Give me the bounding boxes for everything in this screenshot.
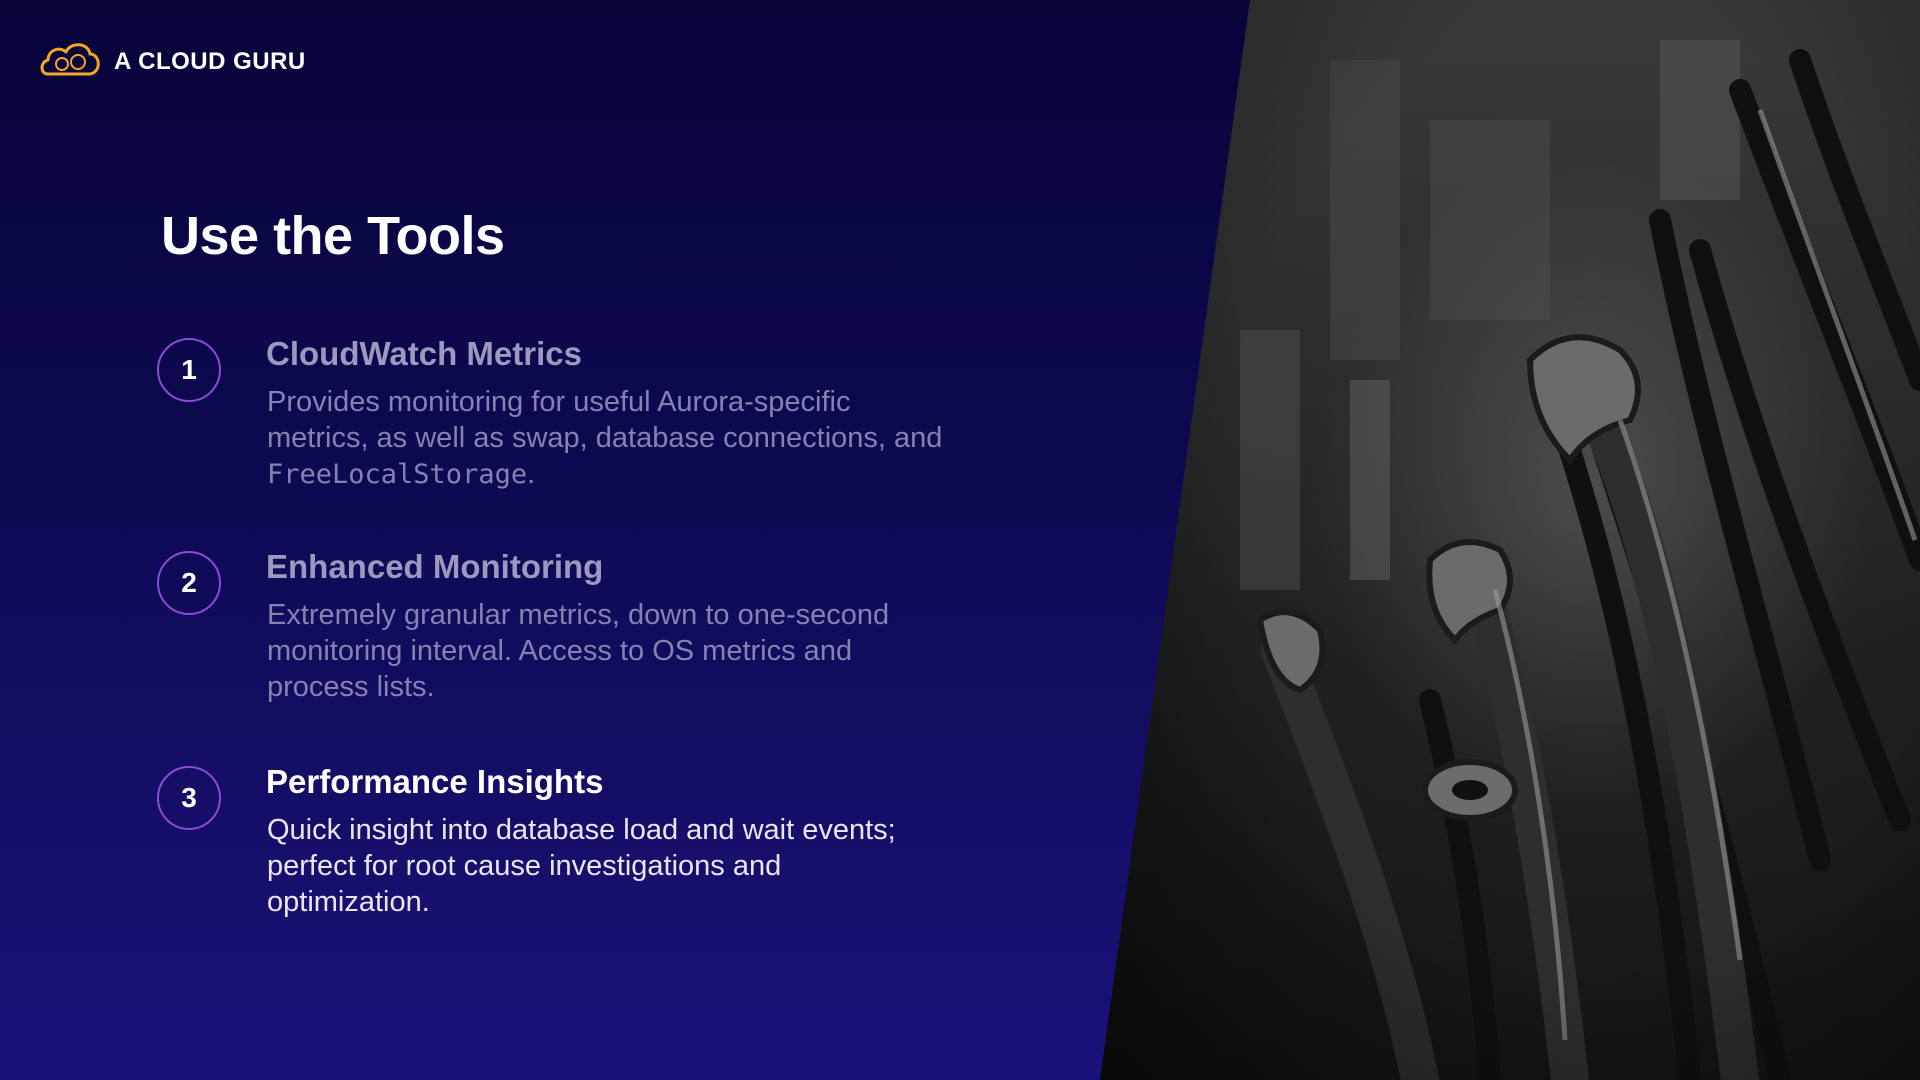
list-item-text: Performance Insights Quick insight into … (266, 763, 946, 920)
slide: A CLOUD GURU Use the Tools 1 CloudWatch … (0, 0, 1920, 1080)
step-number-circle: 3 (157, 766, 221, 830)
list-item-text: Enhanced Monitoring Extremely granular m… (266, 548, 946, 705)
tools-photo (1100, 0, 1920, 1080)
tools-photo-art (1100, 0, 1920, 1080)
item-heading: CloudWatch Metrics (266, 335, 582, 372)
step-number-circle: 2 (157, 551, 221, 615)
item-heading: Enhanced Monitoring (266, 548, 604, 585)
step-number-circle: 1 (157, 338, 221, 402)
item-description-text: Provides monitoring for useful Aurora-sp… (267, 386, 943, 454)
page-title: Use the Tools (161, 206, 505, 266)
inline-code: FreeLocalStorage (267, 459, 528, 490)
brand-name: A CLOUD GURU (114, 47, 306, 75)
cloud-logo-icon (38, 38, 102, 85)
item-heading: Performance Insights (266, 763, 604, 800)
item-description: Provides monitoring for useful Aurora-sp… (267, 384, 946, 493)
item-description-end: . (527, 458, 536, 490)
item-description: Quick insight into database load and wai… (267, 814, 896, 918)
item-description: Extremely granular metrics, down to one-… (267, 599, 890, 703)
list-item-text: CloudWatch Metrics Provides monitoring f… (266, 335, 946, 493)
brand-logo: A CLOUD GURU (38, 38, 306, 85)
